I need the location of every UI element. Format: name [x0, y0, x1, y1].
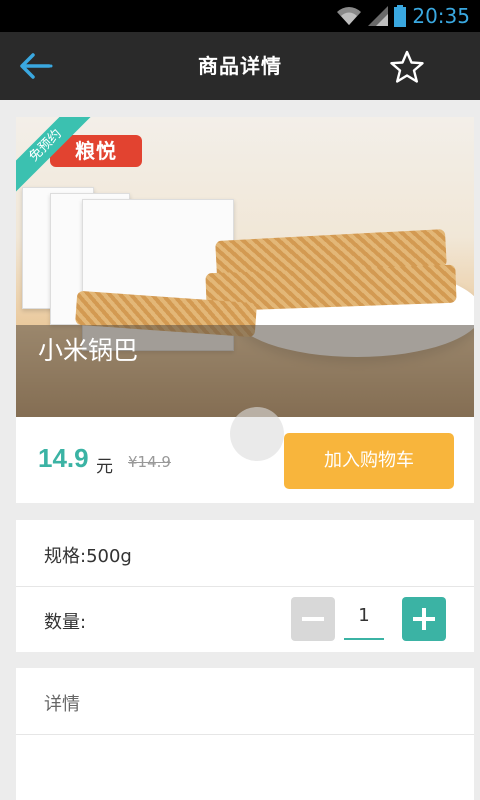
touch-indicator — [230, 407, 284, 461]
spec-label: 规格:500g — [44, 546, 132, 567]
quantity-row: 数量: 1 — [16, 586, 474, 652]
status-icons: 20:35 — [336, 4, 470, 28]
detail-header: 详情 — [16, 668, 474, 735]
signal-icon — [368, 6, 389, 26]
status-bar: 20:35 — [0, 0, 480, 32]
detail-label: 详情 — [44, 694, 80, 715]
detail-card: 详情 — [16, 668, 474, 800]
current-price: 14.9 — [38, 443, 89, 473]
star-icon — [390, 50, 424, 83]
original-price: ¥14.9 — [128, 453, 171, 471]
quantity-value[interactable]: 1 — [344, 594, 384, 640]
wifi-icon — [337, 7, 362, 25]
product-name: 小米锅巴 — [38, 336, 139, 365]
product-card: 粮悦 免预约 小米锅巴 14.9 元 ¥14.9 加入购物车 — [16, 117, 474, 503]
spec-row: 规格:500g — [16, 520, 474, 587]
price-unit: 元 — [96, 457, 113, 477]
minus-icon[interactable] — [291, 597, 335, 641]
add-to-cart-button[interactable]: 加入购物车 — [284, 433, 454, 489]
status-time: 20:35 — [412, 4, 470, 28]
battery-icon — [394, 5, 407, 27]
plus-icon[interactable] — [402, 597, 446, 641]
spec-card: 规格:500g 数量: 1 — [16, 520, 474, 652]
product-image[interactable]: 粮悦 免预约 小米锅巴 — [16, 117, 474, 417]
app-bar: 商品详情 — [0, 32, 480, 100]
favorite-button[interactable] — [390, 50, 424, 84]
quantity-label: 数量: — [44, 612, 87, 633]
